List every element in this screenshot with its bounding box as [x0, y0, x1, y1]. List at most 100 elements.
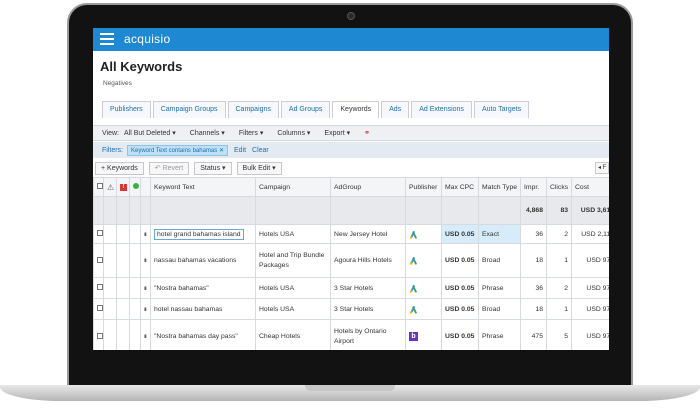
- clicks-cell: 1: [546, 243, 572, 278]
- col-clicks[interactable]: Clicks: [546, 177, 572, 197]
- keyword-cell[interactable]: "Nostra bahamas": [150, 277, 256, 299]
- clear-filter-link[interactable]: Clear: [252, 147, 269, 154]
- tab-campaign-groups[interactable]: Campaign Groups: [152, 101, 226, 118]
- tab-campaigns[interactable]: Campaigns: [227, 101, 279, 118]
- tab-ad-groups[interactable]: Ad Groups: [280, 101, 331, 118]
- adgroup-cell[interactable]: New Jersey Hotel: [330, 224, 406, 244]
- max-cpc-cell[interactable]: USD 0.05: [441, 298, 479, 320]
- clicks-cell: 2: [546, 277, 572, 299]
- edit-filter-link[interactable]: Edit: [234, 147, 246, 154]
- impressions-cell: 36: [520, 224, 547, 244]
- cost-cell: USD 976: [571, 298, 609, 320]
- max-cpc-cell[interactable]: USD 0.05: [441, 277, 479, 299]
- row-checkbox[interactable]: [93, 319, 104, 350]
- total-clicks: 83: [546, 196, 572, 225]
- table-row[interactable]: ıı nassau bahamas vacations Hotel and Tr…: [93, 243, 609, 278]
- campaign-cell[interactable]: Hotels USA: [255, 277, 331, 299]
- select-all-checkbox[interactable]: [93, 177, 104, 197]
- match-type-cell[interactable]: Phrase: [478, 277, 521, 299]
- pause-icon[interactable]: ıı: [140, 243, 151, 278]
- link-icon[interactable]: ⚭: [364, 129, 370, 137]
- impressions-cell: 18: [520, 243, 547, 278]
- export-dropdown[interactable]: Export ▾: [324, 129, 350, 137]
- row-checkbox[interactable]: [93, 298, 104, 320]
- match-type-cell[interactable]: Broad: [478, 298, 521, 320]
- cost-cell: USD 976: [571, 319, 609, 350]
- tab-ad-extensions[interactable]: Ad Extensions: [411, 101, 472, 118]
- col-cost[interactable]: Cost: [571, 177, 609, 197]
- clicks-cell: 5: [546, 319, 572, 350]
- filter-chip[interactable]: Keyword Text contains bahamas ✕: [127, 144, 228, 156]
- match-type-cell[interactable]: Exact: [478, 224, 521, 244]
- app-screen: acquisio All Keywords Negatives Publishe…: [93, 28, 609, 350]
- campaign-cell[interactable]: Hotels USA: [255, 298, 331, 320]
- keyword-cell[interactable]: nassau bahamas vacations: [150, 243, 256, 278]
- filters-dropdown[interactable]: Filters ▾: [239, 129, 264, 137]
- warning-icon: ⚠: [103, 177, 117, 197]
- max-cpc-cell[interactable]: USD 0.05: [441, 319, 479, 350]
- col-publisher[interactable]: Publisher: [405, 177, 442, 197]
- col-max-cpc[interactable]: Max CPC: [441, 177, 479, 197]
- adgroup-cell[interactable]: 3 Star Hotels: [330, 277, 406, 299]
- col-match-type[interactable]: Match Type: [478, 177, 521, 197]
- panel-toggle-button[interactable]: ◂ F: [595, 162, 609, 174]
- keyword-cell[interactable]: "Nostra bahamas day pass": [150, 319, 256, 350]
- tab-auto-targets[interactable]: Auto Targets: [473, 101, 530, 118]
- match-type-cell[interactable]: Phrase: [478, 319, 521, 350]
- negatives-link[interactable]: Negatives: [103, 80, 132, 87]
- table-row[interactable]: ıı hotel nassau bahamas Hotels USA 3 Sta…: [93, 298, 609, 320]
- match-type-cell[interactable]: Broad: [478, 243, 521, 278]
- cost-cell: USD 976: [571, 243, 609, 278]
- publisher-cell: [405, 277, 442, 299]
- publisher-cell: [405, 224, 442, 244]
- pause-icon[interactable]: ıı: [140, 277, 151, 299]
- view-dropdown[interactable]: All But Deleted ▾: [124, 129, 176, 137]
- impressions-cell: 18: [520, 298, 547, 320]
- add-keywords-button[interactable]: + Keywords: [95, 162, 144, 175]
- publisher-cell: b: [405, 319, 442, 350]
- active-filters-bar: Filters: Keyword Text contains bahamas ✕…: [93, 142, 609, 158]
- menu-icon[interactable]: [100, 33, 114, 45]
- table-row[interactable]: ıı hotel grand bahamas island Hotels USA…: [93, 224, 609, 244]
- keyword-cell[interactable]: hotel nassau bahamas: [150, 298, 256, 320]
- pause-icon[interactable]: ıı: [140, 224, 151, 244]
- keyword-edit-input[interactable]: hotel grand bahamas island: [154, 228, 244, 240]
- table-header-row: ⚠ ! Keyword Text Campaign AdGroup Publis…: [93, 177, 609, 197]
- row-checkbox[interactable]: [93, 224, 104, 244]
- top-nav-bar: acquisio: [93, 28, 609, 51]
- laptop-frame: acquisio All Keywords Negatives Publishe…: [0, 0, 700, 413]
- adgroup-cell[interactable]: Agoura Hills Hotels: [330, 243, 406, 278]
- tab-keywords[interactable]: Keywords: [332, 101, 380, 118]
- col-keyword-text[interactable]: Keyword Text: [150, 177, 256, 197]
- page-title: All Keywords: [100, 59, 183, 74]
- tab-publishers[interactable]: Publishers: [102, 101, 151, 118]
- col-campaign[interactable]: Campaign: [255, 177, 331, 197]
- status-dropdown[interactable]: Status ▾: [194, 162, 232, 175]
- row-checkbox[interactable]: [93, 243, 104, 278]
- pause-icon[interactable]: ıı: [140, 319, 151, 350]
- channels-dropdown[interactable]: Channels ▾: [190, 129, 225, 137]
- adgroup-cell[interactable]: 3 Star Hotels: [330, 298, 406, 320]
- tab-ads[interactable]: Ads: [381, 101, 410, 118]
- adgroup-cell[interactable]: Hotels by Ontario Airport: [330, 319, 406, 350]
- google-ads-icon: [409, 256, 418, 265]
- totals-row: 4,868 83 USD 3,610: [93, 196, 609, 225]
- google-ads-icon: [409, 284, 418, 293]
- col-adgroup[interactable]: AdGroup: [330, 177, 406, 197]
- pause-header: [140, 177, 151, 197]
- table-row[interactable]: ıı "Nostra bahamas" Hotels USA 3 Star Ho…: [93, 277, 609, 299]
- keyword-cell[interactable]: hotel grand bahamas island: [150, 224, 256, 244]
- campaign-cell[interactable]: Hotel and Trip Bundle Packages: [255, 243, 331, 278]
- status-dot-icon: [129, 177, 141, 197]
- row-checkbox[interactable]: [93, 277, 104, 299]
- max-cpc-cell[interactable]: USD 0.05: [441, 224, 479, 244]
- bulk-edit-dropdown[interactable]: Bulk Edit ▾: [236, 162, 282, 175]
- campaign-cell[interactable]: Hotels USA: [255, 224, 331, 244]
- table-row[interactable]: ıı "Nostra bahamas day pass" Cheap Hotel…: [93, 319, 609, 350]
- revert-button[interactable]: ↶ Revert: [148, 162, 190, 175]
- columns-dropdown[interactable]: Columns ▾: [277, 129, 310, 137]
- max-cpc-cell[interactable]: USD 0.05: [441, 243, 479, 278]
- pause-icon[interactable]: ıı: [140, 298, 151, 320]
- campaign-cell[interactable]: Cheap Hotels: [255, 319, 331, 350]
- col-impressions[interactable]: Impr.: [520, 177, 547, 197]
